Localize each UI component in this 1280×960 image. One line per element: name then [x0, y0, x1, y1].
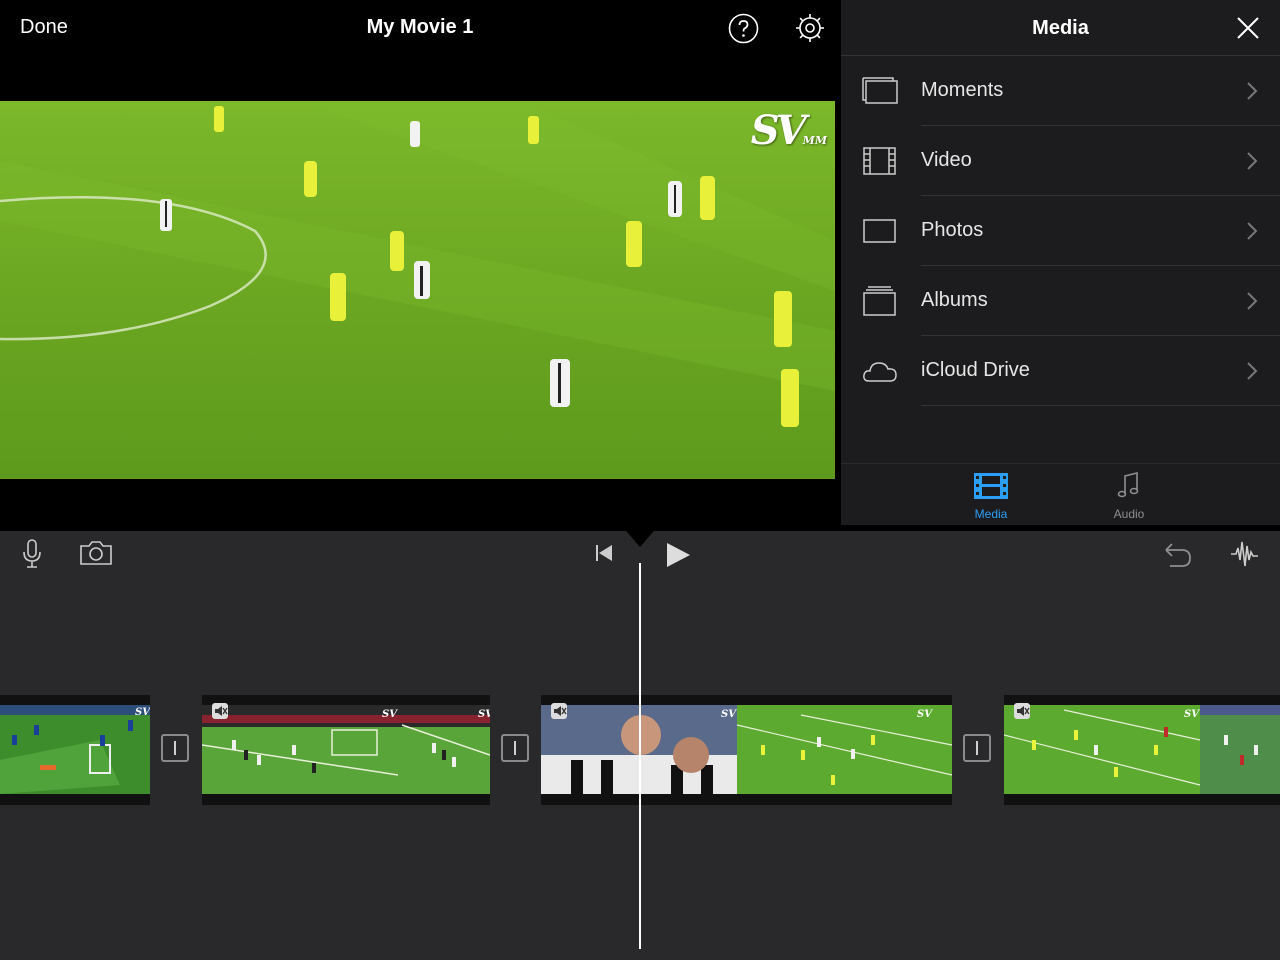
- transition-button[interactable]: [501, 734, 529, 762]
- timeline-clip-2[interactable]: SV SV: [202, 695, 490, 805]
- tab-audio-label: Audio: [1113, 507, 1145, 521]
- chevron-right-icon: [1247, 222, 1258, 240]
- media-tab-bar: Media Audio: [841, 463, 1280, 525]
- play-icon[interactable]: [664, 541, 692, 569]
- chevron-right-icon: [1247, 152, 1258, 170]
- camera-icon[interactable]: [79, 540, 113, 566]
- chevron-right-icon: [1247, 362, 1258, 380]
- chevron-right-icon: [1247, 82, 1258, 100]
- albums-icon: [863, 286, 896, 316]
- tab-media[interactable]: Media: [951, 472, 1031, 521]
- media-item-icloud-drive[interactable]: iCloud Drive: [841, 336, 1280, 406]
- soccer-pitch-image: [0, 101, 835, 479]
- watermark-logo: SVMM: [750, 107, 827, 154]
- video-preview-frame: SVMM: [0, 101, 835, 479]
- clip-thumbnail: SV SV: [202, 705, 490, 794]
- tab-audio[interactable]: Audio: [1089, 471, 1169, 521]
- top-bar: Done My Movie 1: [0, 0, 840, 56]
- media-item-video[interactable]: Video: [841, 126, 1280, 196]
- undo-icon[interactable]: [1162, 540, 1192, 568]
- timeline-clip-1[interactable]: SV: [0, 695, 150, 805]
- timeline-clip-3[interactable]: SV SV: [541, 695, 952, 805]
- clip-thumbnail: SV: [1004, 705, 1280, 794]
- media-panel-header: Media: [841, 0, 1280, 56]
- media-film-icon: [974, 473, 1008, 499]
- muted-audio-icon: [1014, 703, 1030, 719]
- film-icon: [863, 147, 896, 175]
- music-note-icon: [1117, 471, 1139, 498]
- moments-icon: [862, 77, 898, 104]
- video-viewer[interactable]: SVMM: [0, 56, 840, 531]
- media-item-label: iCloud Drive: [921, 359, 1030, 381]
- transition-button[interactable]: [161, 734, 189, 762]
- media-panel: Media Moments Video Photos Albums iCloud…: [841, 0, 1280, 525]
- clip-thumbnail: SV SV: [541, 705, 952, 794]
- done-button[interactable]: Done: [20, 16, 68, 39]
- muted-audio-icon: [551, 703, 567, 719]
- media-item-label: Video: [921, 149, 972, 171]
- close-icon[interactable]: [1236, 16, 1260, 40]
- muted-audio-icon: [212, 703, 228, 719]
- playhead-line[interactable]: [639, 563, 641, 949]
- svg-text:SV: SV: [135, 707, 150, 718]
- svg-text:SV: SV: [721, 709, 737, 720]
- media-item-label: Photos: [921, 219, 984, 241]
- microphone-icon[interactable]: [22, 539, 42, 569]
- media-item-photos[interactable]: Photos: [841, 196, 1280, 266]
- cloud-icon: [863, 362, 897, 382]
- timeline-clip-4[interactable]: SV: [1004, 695, 1280, 805]
- svg-text:SV: SV: [478, 709, 490, 720]
- audio-waveform-icon[interactable]: [1230, 539, 1260, 569]
- media-panel-title: Media: [1032, 17, 1089, 39]
- media-item-label: Moments: [921, 79, 1004, 101]
- svg-text:SV: SV: [1184, 709, 1200, 720]
- media-source-list: Moments Video Photos Albums iCloud Drive: [841, 56, 1280, 406]
- transition-button[interactable]: [963, 734, 991, 762]
- media-item-albums[interactable]: Albums: [841, 266, 1280, 336]
- skip-to-start-icon[interactable]: [594, 544, 614, 562]
- help-icon[interactable]: [728, 13, 759, 44]
- media-item-label: Albums: [921, 289, 988, 311]
- svg-text:SV: SV: [382, 709, 398, 720]
- timeline[interactable]: SV SV SV: [0, 531, 1280, 960]
- tab-media-label: Media: [974, 507, 1008, 521]
- settings-gear-icon[interactable]: [794, 12, 826, 44]
- photo-frame-icon: [863, 219, 896, 243]
- media-item-moments[interactable]: Moments: [841, 56, 1280, 126]
- svg-text:SV: SV: [917, 709, 933, 720]
- chevron-right-icon: [1247, 292, 1258, 310]
- clip-thumbnail: SV: [0, 705, 150, 794]
- project-title: My Movie 1: [366, 16, 474, 38]
- playhead-marker: [626, 531, 654, 547]
